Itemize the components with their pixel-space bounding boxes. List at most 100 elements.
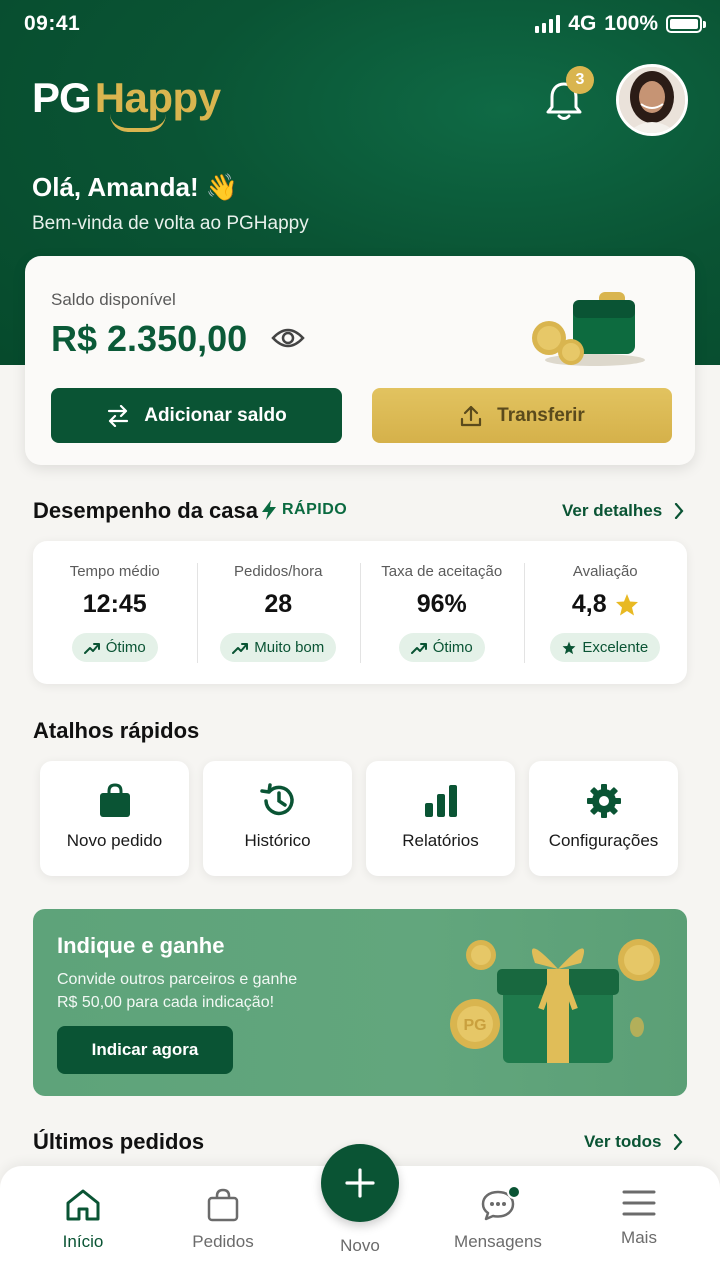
see-all-link[interactable]: Ver todos — [584, 1132, 683, 1152]
fast-badge: RÁPIDO — [262, 500, 347, 520]
shortcut-reports[interactable]: Relatórios — [366, 761, 515, 876]
promo-text-line1: Convide outros parceiros e ganhe — [57, 971, 298, 988]
bar-chart-icon — [424, 785, 457, 817]
nav-home[interactable]: Início — [23, 1188, 143, 1252]
menu-icon — [622, 1190, 656, 1216]
status-bar: 09:41 4G 100% — [0, 0, 720, 48]
shortcut-settings[interactable]: Configurações — [529, 761, 678, 876]
nav-label: Pedidos — [192, 1232, 254, 1251]
nav-label: Mais — [621, 1228, 657, 1247]
nav-label: Mensagens — [454, 1232, 542, 1251]
metric-value-row: 4,8 — [572, 590, 639, 619]
greeting: Olá, Amanda! 👋 — [32, 172, 239, 202]
metric-value: 28 — [264, 590, 293, 618]
battery-icon — [666, 15, 706, 33]
balance-value: R$ 2.350,00 — [51, 318, 248, 359]
shortcut-label: Novo pedido — [66, 831, 163, 850]
nav-more[interactable]: Mais — [579, 1188, 699, 1248]
logo-pg: PG — [32, 74, 92, 121]
greeting-subtitle: Bem-vinda de volta ao PGHappy — [32, 213, 309, 234]
eye-icon[interactable] — [271, 324, 305, 352]
promo-text: Convide outros parceiros e ganhe R$ 50,0… — [57, 968, 357, 1014]
metric-status: Ótimo — [105, 639, 146, 656]
shortcut-history[interactable]: Histórico — [203, 761, 352, 876]
performance-card: Tempo médio 12:45 Ótimo Pedidos/hora 28 … — [33, 541, 687, 684]
signal-icon — [535, 15, 561, 33]
shortcut-label: Relatórios — [402, 831, 479, 850]
metric-value: 96% — [416, 590, 467, 618]
swap-icon — [108, 404, 129, 427]
metric-label: Pedidos/hora — [234, 563, 323, 580]
unread-dot — [507, 1185, 521, 1199]
nav-new[interactable]: Novo — [300, 1236, 420, 1256]
nav-label: Novo — [340, 1236, 380, 1255]
see-details-link[interactable]: Ver detalhes — [562, 501, 684, 521]
wallet-icon — [532, 292, 645, 366]
gear-icon — [586, 784, 621, 818]
metric-value: 4,8 — [571, 590, 607, 618]
performance-title: Desempenho da casa — [33, 498, 258, 523]
star-icon — [562, 641, 576, 654]
nav-orders[interactable]: Pedidos — [163, 1188, 283, 1252]
metric-status: Ótimo — [432, 639, 473, 656]
trend-up-icon — [83, 642, 100, 654]
trend-up-icon — [232, 642, 249, 654]
nav-label: Início — [62, 1232, 104, 1251]
shortcut-label: Histórico — [244, 831, 311, 850]
add-balance-label: Adicionar saldo — [144, 404, 287, 426]
shopping-bag-icon — [99, 783, 130, 817]
metric-status-chip: Ótimo — [398, 633, 485, 662]
see-details-label: Ver detalhes — [562, 501, 663, 520]
metric-status-chip: Ótimo — [71, 633, 158, 662]
metric-value: 12:45 — [82, 590, 147, 618]
battery-percent: 100% — [604, 12, 658, 35]
metric-status: Muito bom — [254, 639, 325, 656]
metric-label: Tempo médio — [69, 563, 160, 580]
referral-banner: Indique e ganhe Convide outros parceiros… — [33, 909, 687, 1096]
gift-icon: PG — [450, 939, 660, 1063]
metric-status: Excelente — [582, 639, 649, 656]
shortcut-new-order[interactable]: Novo pedido — [40, 761, 189, 876]
refer-now-button[interactable]: Indicar agora — [57, 1026, 233, 1074]
plus-icon — [345, 1168, 375, 1198]
add-balance-button[interactable]: Adicionar saldo — [51, 388, 342, 443]
nav-messages[interactable]: Mensagens — [438, 1188, 558, 1252]
app-logo: PG Happy — [32, 74, 221, 132]
shortcuts-grid: Novo pedido Histórico Relatórios Configu… — [40, 761, 680, 876]
shortcuts-title: Atalhos rápidos — [33, 718, 200, 743]
shopping-bag-icon — [207, 1188, 239, 1222]
metric-orders-per-hour: Pedidos/hora 28 Muito bom — [196, 541, 361, 684]
notification-badge: 3 — [566, 66, 594, 94]
trend-up-icon — [410, 642, 427, 654]
metric-status-chip: Muito bom — [220, 633, 337, 662]
metric-label: Avaliação — [572, 563, 638, 580]
upload-icon — [461, 405, 482, 426]
transfer-button[interactable]: Transferir — [372, 388, 672, 443]
chevron-right-icon — [674, 1134, 683, 1150]
metric-acceptance-rate: Taxa de aceitação 96% Ótimo — [360, 541, 524, 684]
see-all-label: Ver todos — [584, 1132, 662, 1151]
shortcut-label: Configurações — [548, 831, 659, 850]
promo-title: Indique e ganhe — [57, 933, 225, 958]
avatar[interactable] — [616, 64, 688, 136]
promo-amount: R$ 50,00 — [57, 994, 122, 1011]
promo-text-line2: para cada indicação! — [121, 994, 275, 1011]
balance-card: Saldo disponível R$ 2.350,00 Adicionar s… — [25, 256, 695, 465]
recent-orders-title: Últimos pedidos — [33, 1129, 205, 1154]
chevron-right-icon — [675, 503, 684, 519]
network-type: 4G — [568, 12, 597, 35]
metric-rating: Avaliação 4,8 Excelente — [523, 541, 688, 684]
fast-badge-label: RÁPIDO — [282, 501, 348, 518]
history-icon — [259, 783, 294, 816]
new-order-fab[interactable] — [321, 1144, 399, 1222]
svg-text:PG: PG — [463, 1017, 486, 1034]
star-icon — [615, 593, 638, 615]
status-time: 09:41 — [24, 12, 81, 35]
metric-average-time: Tempo médio 12:45 Ótimo — [33, 541, 197, 684]
metric-label: Taxa de aceitação — [381, 563, 503, 580]
lightning-icon — [262, 500, 276, 520]
balance-label: Saldo disponível — [51, 290, 176, 309]
home-icon — [66, 1189, 100, 1221]
transfer-label: Transferir — [497, 404, 585, 426]
metric-status-chip: Excelente — [550, 633, 661, 662]
